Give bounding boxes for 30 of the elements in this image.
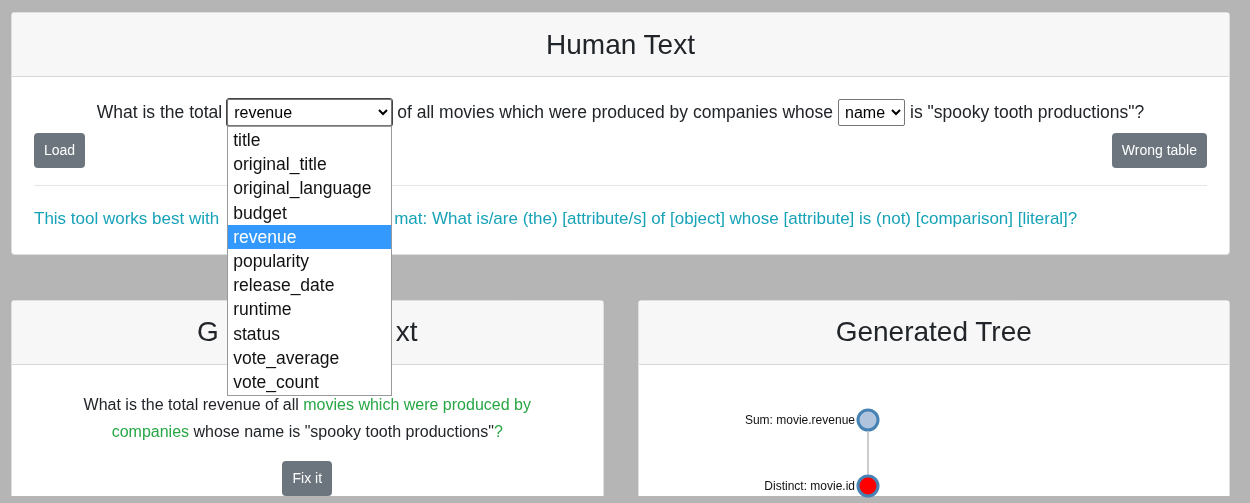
tree-link [866, 430, 869, 475]
dropdown[interactable]: revenue [227, 99, 393, 126]
question-text: of all movies which were produced by companies whose [397, 101, 833, 125]
dropdown-option[interactable]: status [228, 321, 392, 346]
question-text: is "spooky tooth productions"? [910, 101, 1145, 125]
dropdown-option[interactable]: popularity [228, 249, 392, 274]
card-title: Generated Tree [835, 315, 1032, 349]
card-title: Human Text [546, 27, 695, 62]
dropdown-option[interactable]: vote_count [228, 370, 392, 395]
load-button[interactable]: Load [34, 133, 86, 168]
dropdown-option[interactable]: vote_average [228, 345, 392, 371]
card-title: xt [395, 315, 418, 349]
dropdown-option[interactable]: release_date [228, 273, 392, 298]
card-title: G [196, 315, 219, 349]
dropdown-option[interactable]: title [228, 128, 392, 153]
tree-node[interactable] [856, 408, 879, 431]
question-text: What is the total [96, 101, 223, 125]
dropdown[interactable]: name [838, 99, 905, 126]
tree-node[interactable] [856, 474, 879, 497]
dropdown-option[interactable]: budget [228, 200, 392, 225]
dropdown-option[interactable]: original_title [228, 152, 392, 177]
dropdown-option[interactable]: runtime [228, 297, 392, 322]
wrong-table-button[interactable]: Wrong table [1111, 133, 1207, 168]
node-label: Distinct: movie.id [763, 478, 855, 493]
hint-text: mat: What is/are (the) [attribute/s] of [object] whose [attribute] is (not) [comparison] [literal]? [394, 208, 1078, 230]
dropdown-option[interactable]: original_language [228, 176, 392, 201]
hint-text: This tool works best with [34, 208, 220, 230]
node-label: Sum: movie.revenue [744, 412, 855, 427]
fix-it-button[interactable]: Fix it [282, 460, 333, 496]
generated-question: What is the total revenue of all movies which were produced by companies whose name is "spooky tooth productions"? [82, 394, 532, 442]
